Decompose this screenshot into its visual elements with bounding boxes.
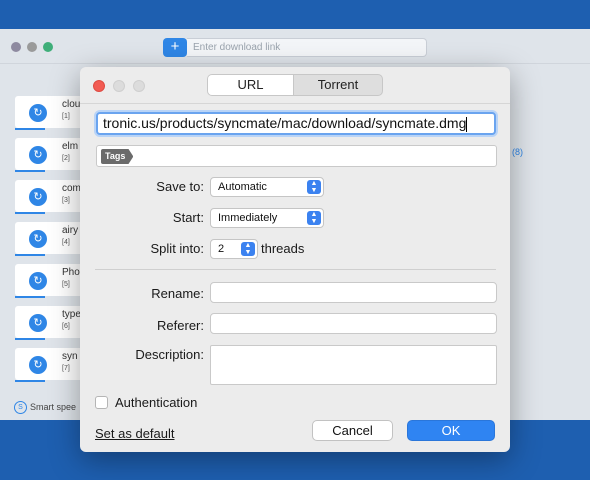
chevron-updown-icon: ▲ ▼	[307, 211, 321, 225]
download-name: syn	[62, 351, 78, 362]
cancel-button[interactable]: Cancel	[312, 420, 393, 441]
download-name: com	[62, 183, 81, 194]
dialog-titlebar: URL Torrent	[80, 67, 510, 104]
split-label: Split into:	[150, 241, 204, 256]
refresh-icon: ↻	[29, 272, 47, 290]
main-zoom-dot[interactable]	[43, 42, 53, 52]
main-titlebar: + Enter download link	[0, 29, 590, 64]
smart-speed-toggle[interactable]: S Smart spee	[14, 401, 76, 414]
add-download-button[interactable]: +	[163, 38, 187, 57]
chevron-updown-icon: ▲ ▼	[241, 242, 255, 256]
description-textarea[interactable]	[210, 345, 497, 385]
refresh-icon: ↻	[29, 314, 47, 332]
download-link-input[interactable]: Enter download link	[187, 38, 427, 57]
save-to-value: Automatic	[218, 181, 267, 193]
tags-field[interactable]: Tags	[96, 145, 497, 167]
refresh-icon: ↻	[29, 188, 47, 206]
referer-label: Referer:	[157, 318, 204, 333]
refresh-icon: ↻	[29, 356, 47, 374]
dialog-minimize-button	[113, 80, 125, 92]
authentication-label: Authentication	[115, 395, 198, 410]
download-tag: [2]	[62, 155, 70, 162]
download-tag: [1]	[62, 113, 70, 120]
rename-label: Rename:	[151, 286, 204, 301]
divider	[95, 269, 496, 270]
refresh-icon: ↻	[29, 146, 47, 164]
new-download-dialog: URL Torrent tronic.us/products/syncmate/…	[80, 67, 510, 452]
authentication-checkbox[interactable]	[95, 396, 108, 409]
ok-button[interactable]: OK	[407, 420, 495, 441]
url-input[interactable]: tronic.us/products/syncmate/mac/download…	[96, 112, 496, 135]
split-value: 2	[218, 243, 225, 255]
download-tag: [4]	[62, 239, 70, 246]
threads-label: threads	[261, 241, 305, 256]
refresh-icon: ↻	[29, 104, 47, 122]
download-tag: [5]	[62, 281, 70, 288]
tab-url[interactable]: URL	[208, 75, 294, 95]
dialog-zoom-button	[133, 80, 145, 92]
main-close-dot[interactable]	[11, 42, 21, 52]
download-name: clou	[62, 99, 81, 110]
download-tag: [6]	[62, 323, 70, 330]
download-name: type	[62, 309, 81, 320]
chevron-updown-icon: ▲ ▼	[307, 180, 321, 194]
start-label: Start:	[172, 210, 204, 225]
split-threads-select[interactable]: 2 ▲ ▼	[210, 239, 258, 259]
save-to-select[interactable]: Automatic ▲ ▼	[210, 177, 324, 197]
main-minimize-dot[interactable]	[27, 42, 37, 52]
start-value: Immediately	[218, 212, 278, 224]
right-count-badge: (8)	[512, 147, 523, 157]
download-tag: [7]	[62, 365, 70, 372]
download-tag: [3]	[62, 197, 70, 204]
smart-speed-label: Smart spee	[30, 401, 77, 412]
download-name: airy	[62, 225, 79, 236]
refresh-icon: ↻	[29, 230, 47, 248]
download-name: Pho	[62, 267, 80, 278]
set-as-default-link[interactable]: Set as default	[95, 426, 175, 441]
start-select[interactable]: Immediately ▲ ▼	[210, 208, 324, 228]
dialog-close-button[interactable]	[93, 80, 105, 92]
tab-torrent[interactable]: Torrent	[294, 75, 382, 95]
save-to-label: Save to:	[156, 179, 204, 194]
rename-input[interactable]	[210, 282, 497, 303]
description-label: Description:	[135, 347, 204, 362]
tags-chip: Tags	[101, 149, 134, 164]
text-caret	[466, 116, 468, 132]
speed-icon: S	[14, 401, 27, 414]
referer-input[interactable]	[210, 313, 497, 334]
download-name: elm	[62, 141, 79, 152]
source-segmented-control: URL Torrent	[207, 74, 383, 96]
url-input-text: tronic.us/products/syncmate/mac/download…	[103, 115, 467, 131]
